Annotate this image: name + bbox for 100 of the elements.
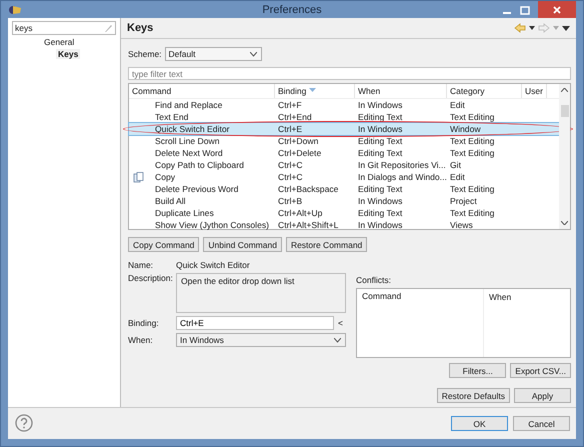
scheme-label: Scheme: bbox=[128, 49, 162, 59]
table-cell: Ctrl+Delete bbox=[278, 148, 322, 158]
filter-field[interactable]: type filter text bbox=[128, 67, 571, 80]
table-cell: Copy bbox=[155, 172, 176, 182]
column-header[interactable]: Command bbox=[357, 289, 484, 304]
table-cell: In Windows bbox=[358, 124, 402, 134]
table-cell: Ctrl+E bbox=[278, 124, 302, 134]
table-cell: Scroll Line Down bbox=[155, 136, 220, 146]
table-cell: Delete Next Word bbox=[155, 148, 223, 158]
table-cell: In Windows bbox=[358, 196, 402, 206]
binding-label: Binding: bbox=[128, 318, 160, 328]
scrollbar[interactable] bbox=[559, 84, 570, 229]
page-title: Keys bbox=[127, 22, 154, 34]
table-cell: Ctrl+C bbox=[278, 160, 303, 170]
table-row[interactable]: Copy Ctrl+C In Dialogs and Windo... Edit bbox=[129, 171, 559, 183]
table-cell: Text End bbox=[155, 112, 188, 122]
table-cell: Text Editing bbox=[450, 208, 494, 218]
help-icon bbox=[15, 414, 33, 434]
scroll-down-icon bbox=[561, 221, 568, 225]
column-header[interactable]: When bbox=[484, 292, 512, 302]
table-cell: Editing Text bbox=[358, 208, 402, 218]
table-row[interactable]: Quick Switch Editor Ctrl+E In Windows Window bbox=[129, 123, 559, 135]
table-cell: Project bbox=[450, 196, 477, 206]
scroll-up-icon bbox=[561, 88, 568, 92]
copy-icon bbox=[133, 172, 144, 182]
binding-menu-button[interactable]: < bbox=[338, 318, 343, 328]
action-button[interactable]: Filters... bbox=[449, 363, 506, 378]
table-cell: Ctrl+Alt+Shift+L bbox=[278, 220, 338, 230]
table-cell: Editing Text bbox=[358, 148, 402, 158]
table-row[interactable]: Duplicate Lines Ctrl+Alt+Up Editing Text Text Editing bbox=[129, 207, 559, 219]
maximize-icon bbox=[520, 6, 530, 18]
table-row[interactable]: Scroll Line Down Ctrl+Down Editing Text Text Editing bbox=[129, 135, 559, 147]
table-cell: In Windows bbox=[358, 220, 402, 230]
close-button[interactable] bbox=[538, 1, 576, 18]
table-cell: Delete Previous Word bbox=[155, 184, 238, 194]
scroll-thumb[interactable] bbox=[560, 105, 568, 117]
table-row[interactable]: Delete Next Word Ctrl+Delete Editing Text Text Editing bbox=[129, 147, 559, 159]
table-cell: Edit bbox=[450, 100, 465, 110]
table-cell: Duplicate Lines bbox=[155, 208, 214, 218]
table-cell: Editing Text bbox=[358, 112, 402, 122]
action-button[interactable]: Export CSV... bbox=[510, 363, 571, 378]
action-button[interactable]: Restore Defaults bbox=[436, 388, 510, 403]
search-field[interactable]: keys bbox=[12, 21, 116, 35]
command-button[interactable]: Copy Command bbox=[128, 237, 200, 252]
table-cell: Ctrl+Backspace bbox=[278, 184, 338, 194]
forward-arrow-icon bbox=[538, 23, 550, 33]
action-button[interactable]: Apply bbox=[514, 388, 571, 403]
table-row[interactable]: Delete Previous Word Ctrl+Backspace Editing Text Text Editing bbox=[129, 183, 559, 195]
table-cell: Editing Text bbox=[358, 136, 402, 146]
column-header[interactable]: User bbox=[522, 84, 547, 98]
back-arrow-icon bbox=[514, 23, 526, 33]
table-cell: Ctrl+C bbox=[278, 172, 303, 182]
column-header[interactable]: Category bbox=[447, 84, 522, 98]
table-cell: Ctrl+Down bbox=[278, 136, 318, 146]
description-field[interactable]: Open the editor drop down list bbox=[176, 273, 346, 313]
tree-item[interactable]: Keys bbox=[56, 49, 80, 59]
binding-field[interactable]: Ctrl+E bbox=[176, 316, 334, 330]
app-icon bbox=[8, 4, 22, 16]
close-icon bbox=[552, 4, 562, 14]
table-cell: Ctrl+F bbox=[278, 100, 302, 110]
table-cell: Show View (Jython Consoles) bbox=[155, 220, 270, 230]
table-cell: Copy Path to Clipboard bbox=[155, 160, 244, 170]
table-cell: Text Editing bbox=[450, 148, 494, 158]
table-cell: Views bbox=[450, 220, 473, 230]
dialog-button[interactable]: Cancel bbox=[513, 416, 570, 431]
scheme-dropdown[interactable]: Default bbox=[164, 47, 262, 61]
table-cell: Ctrl+Alt+Up bbox=[278, 208, 322, 218]
table-row[interactable]: Build All Ctrl+B In Windows Project bbox=[129, 195, 559, 207]
table-row[interactable]: Text End Ctrl+End Editing Text Text Editing bbox=[129, 111, 559, 123]
column-header[interactable]: When bbox=[355, 84, 447, 98]
table-cell: Edit bbox=[450, 172, 465, 182]
command-name: Quick Switch Editor bbox=[176, 260, 250, 270]
table-cell: In Git Repositories Vi... bbox=[358, 160, 446, 170]
table-cell: Editing Text bbox=[358, 184, 402, 194]
table-cell: Build All bbox=[155, 196, 186, 206]
when-label: When: bbox=[128, 335, 154, 345]
table-cell: Ctrl+B bbox=[278, 196, 302, 206]
column-header[interactable]: Command bbox=[129, 84, 275, 98]
table-cell: In Dialogs and Windo... bbox=[358, 172, 447, 182]
caret-icon bbox=[553, 26, 559, 30]
tree-item[interactable]: General bbox=[42, 37, 76, 47]
table-cell: Window bbox=[450, 124, 481, 134]
caret-icon bbox=[529, 26, 535, 30]
table-row[interactable]: Copy Path to Clipboard Ctrl+C In Git Repositories Vi... Git bbox=[129, 159, 559, 171]
command-button[interactable]: Unbind Command bbox=[203, 237, 282, 252]
chevron-icon bbox=[250, 52, 257, 56]
clear-icon bbox=[103, 23, 113, 33]
table-row[interactable]: Show View (Jython Consoles) Ctrl+Alt+Shift+L In Windows Views bbox=[129, 219, 559, 231]
table-cell: Text Editing bbox=[450, 112, 494, 122]
window-title: Preferences bbox=[262, 4, 322, 16]
chevron-icon bbox=[334, 338, 341, 342]
table-cell: Ctrl+End bbox=[278, 112, 312, 122]
table-cell: Text Editing bbox=[450, 136, 494, 146]
command-button[interactable]: Restore Command bbox=[286, 237, 368, 252]
table-cell: Text Editing bbox=[450, 184, 494, 194]
table-row[interactable]: Find and Replace Ctrl+F In Windows Edit bbox=[129, 99, 559, 111]
table-cell: Git bbox=[450, 160, 461, 170]
dialog-button[interactable]: OK bbox=[451, 416, 508, 431]
conflicts-label: Conflicts: bbox=[356, 275, 392, 285]
when-dropdown[interactable]: In Windows bbox=[176, 333, 346, 347]
